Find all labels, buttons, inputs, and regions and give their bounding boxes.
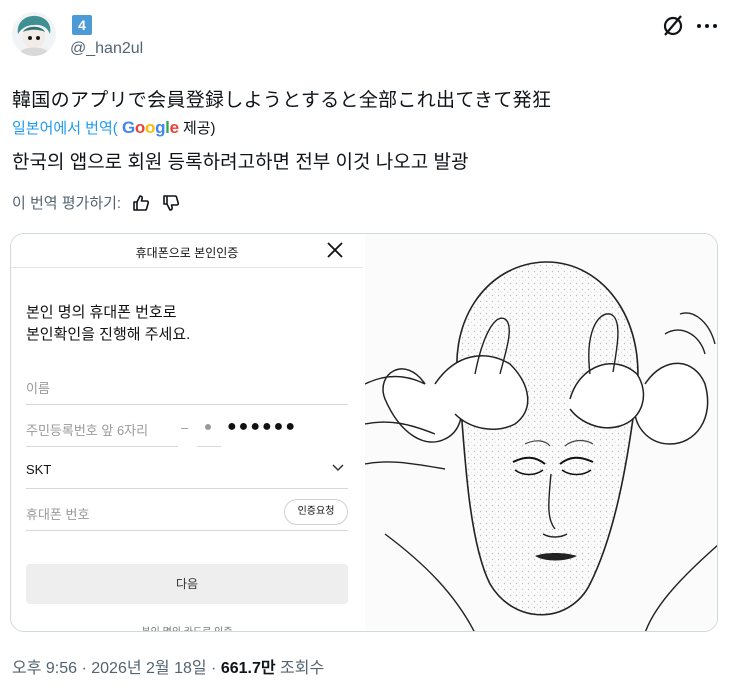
name-field-line <box>26 404 348 405</box>
close-icon <box>327 242 343 258</box>
form-heading-line-2: 본인확인을 진행해 주세요. <box>26 326 191 343</box>
verification-form-screenshot: 휴대폰으로 본인인증 본인 명의 휴대폰 번호로 본인확인을 진행해 주세요. … <box>11 234 363 631</box>
verify-request-button: 인증요청 <box>284 499 348 525</box>
grok-slash-icon[interactable] <box>660 13 686 39</box>
name-field: 이름 <box>26 381 50 396</box>
phone-field-line <box>26 530 348 531</box>
phone-field: 휴대폰 번호 <box>26 507 90 522</box>
tweet-header: 4 @_han2ul <box>0 0 734 80</box>
thumbs-up-icon[interactable] <box>131 193 151 213</box>
author-handle[interactable]: @_han2ul <box>70 40 143 58</box>
chevron-down-icon <box>332 464 344 472</box>
google-logo: Google <box>121 118 179 137</box>
tweet-translated-text: 한국의 앱으로 회원 등록하려고하면 전부 이것 나오고 발광 <box>12 152 469 173</box>
view-count-label: 조회수 <box>275 660 325 677</box>
form-heading: 본인 명의 휴대폰 번호로 본인확인을 진행해 주세요. <box>26 302 190 346</box>
tweet-original-text: 韓国のアプリで会員登録しようとすると全部これ出てきて発狂 <box>12 90 552 111</box>
rrn-masked-digits: ●●●●●● <box>227 418 297 435</box>
rate-translation-label: 이 번역 평가하기: <box>12 195 122 212</box>
rate-translation-row: 이 번역 평가하기: <box>12 192 181 213</box>
form-heading-line-1: 본인 명의 휴대폰 번호로 <box>26 304 177 321</box>
rrn-back-first-digit <box>205 424 211 430</box>
next-button: 다음 <box>26 564 348 604</box>
view-count: 661.7만 <box>220 660 276 677</box>
author-badge: 4 <box>72 15 92 35</box>
rrn-dash: – <box>181 420 189 435</box>
card-verify-link: 본인 명의 카드로 인증 <box>11 623 363 631</box>
tweet-meta: 오후 9:56 · 2026년 2월 18일 · 661.7만 조회수 <box>12 654 324 678</box>
tweet-timestamp[interactable]: 오후 9:56 · 2026년 2월 18일 · <box>12 660 221 677</box>
tweet-media[interactable]: 휴대폰으로 본인인증 본인 명의 휴대폰 번호로 본인확인을 진행해 주세요. … <box>10 233 718 632</box>
stressed-man-illustration <box>365 234 717 631</box>
rrn-back-line <box>197 446 221 447</box>
rrn-field: 주민등록번호 앞 6자리 <box>26 423 149 438</box>
form-divider <box>11 267 363 268</box>
carrier-select: SKT <box>26 462 52 477</box>
thumbs-down-icon[interactable] <box>161 193 181 213</box>
carrier-line <box>26 488 348 489</box>
form-title: 휴대폰으로 본인인증 <box>135 246 239 260</box>
more-icon[interactable] <box>694 16 720 36</box>
provided-label: 제공) <box>182 120 216 137</box>
translated-from-label[interactable]: 일본어에서 번역 <box>12 120 113 137</box>
translation-source[interactable]: 일본어에서 번역( Google 제공) <box>12 117 216 138</box>
avatar[interactable] <box>12 12 56 56</box>
rrn-field-line <box>26 446 178 447</box>
